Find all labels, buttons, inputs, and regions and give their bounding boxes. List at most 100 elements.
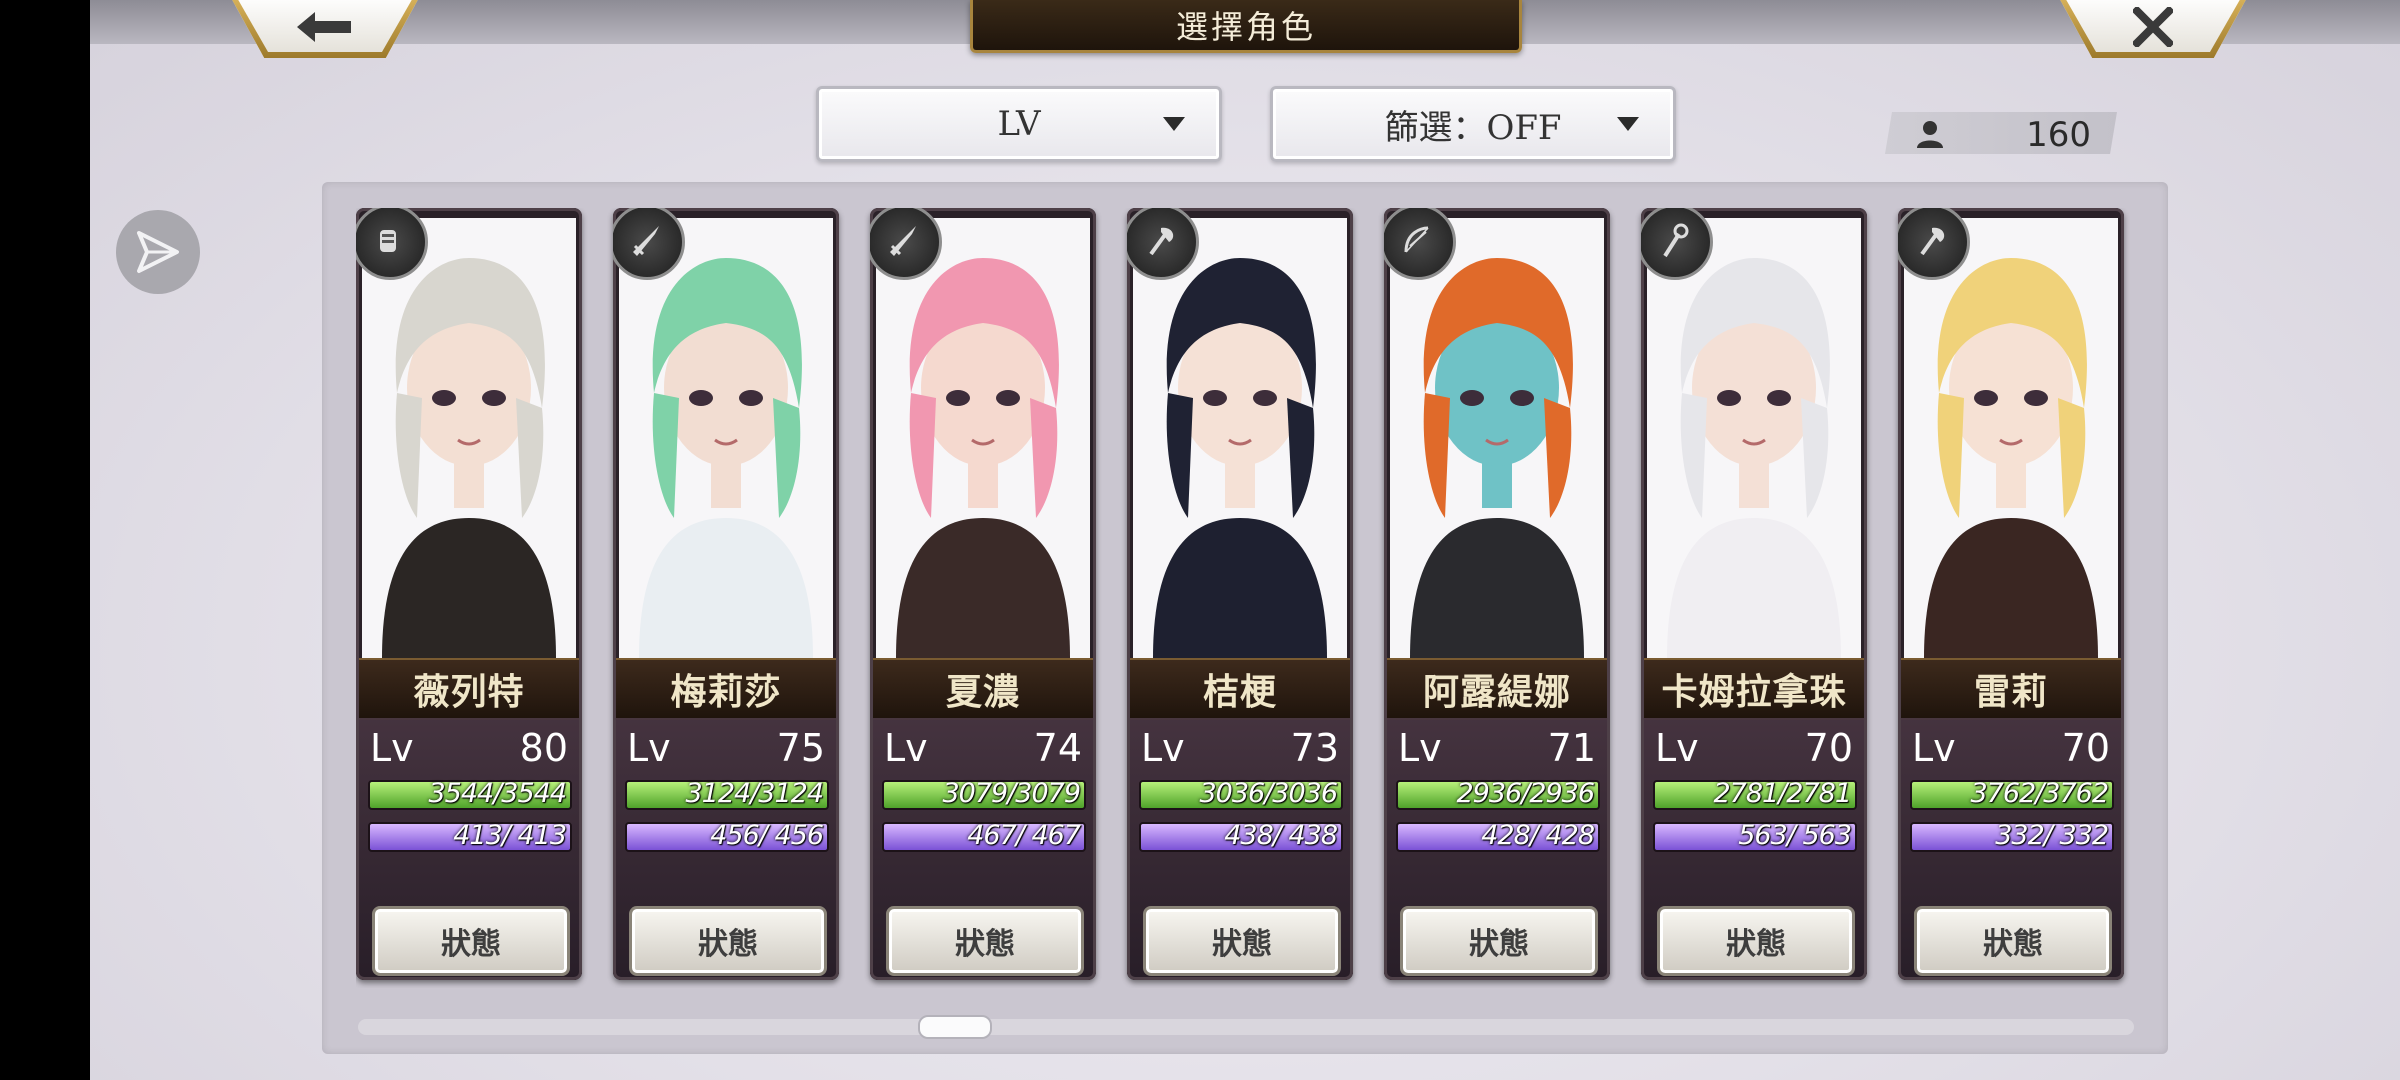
character-portrait	[619, 218, 833, 658]
level-value: 71	[1547, 726, 1596, 770]
character-portrait	[362, 218, 576, 658]
hp-bar: 2936/2936	[1396, 778, 1600, 810]
game-screen: 選擇角色 LV 篩選：OFF 160 薇列特 Lv 80 3544/3544 4…	[90, 0, 2400, 1080]
character-stats: Lv 71 2936/2936 428/ 428 狀態	[1384, 718, 1610, 980]
person-icon	[1917, 121, 1943, 148]
level-label: Lv	[1141, 726, 1185, 770]
close-button[interactable]	[2058, 0, 2248, 58]
hp-bar: 3544/3544	[368, 778, 572, 810]
character-card[interactable]: 梅莉莎 Lv 75 3124/3124 456/ 456 狀態	[613, 208, 839, 980]
hp-bar: 3036/3036	[1139, 778, 1343, 810]
level-value: 70	[1804, 726, 1853, 770]
character-portrait	[1390, 218, 1604, 658]
mp-bar: 563/ 563	[1653, 820, 1857, 852]
level-label: Lv	[1398, 726, 1442, 770]
level-row: Lv 70	[1655, 724, 1853, 772]
mp-value: 563/ 563	[1738, 820, 1852, 851]
status-button[interactable]: 狀態	[372, 906, 570, 976]
hp-value: 2781/2781	[1713, 778, 1852, 809]
hp-value: 3124/3124	[685, 778, 824, 809]
mp-value: 438/ 438	[1224, 820, 1338, 851]
level-row: Lv 74	[884, 724, 1082, 772]
character-name: 卡姆拉拿珠	[1641, 658, 1867, 720]
carousel-scrollbar[interactable]	[358, 1015, 2134, 1039]
mp-bar: 428/ 428	[1396, 820, 1600, 852]
hp-value: 3544/3544	[428, 778, 567, 809]
level-label: Lv	[370, 726, 414, 770]
close-x-icon	[2133, 7, 2173, 47]
character-stats: Lv 70 2781/2781 563/ 563 狀態	[1641, 718, 1867, 980]
mp-bar: 467/ 467	[882, 820, 1086, 852]
page-title: 選擇角色	[970, 0, 1522, 53]
level-value: 75	[776, 726, 825, 770]
mp-value: 467/ 467	[967, 820, 1081, 851]
character-name: 薇列特	[356, 658, 582, 720]
sort-dropdown[interactable]: LV	[816, 86, 1222, 162]
character-card[interactable]: 桔梗 Lv 73 3036/3036 438/ 438 狀態	[1127, 208, 1353, 980]
scrollbar-thumb[interactable]	[918, 1015, 992, 1039]
level-label: Lv	[627, 726, 671, 770]
character-stats: Lv 80 3544/3544 413/ 413 狀態	[356, 718, 582, 980]
status-button[interactable]: 狀態	[1400, 906, 1598, 976]
level-value: 73	[1290, 726, 1339, 770]
hp-bar: 3124/3124	[625, 778, 829, 810]
level-label: Lv	[1912, 726, 1956, 770]
hp-value: 3036/3036	[1199, 778, 1338, 809]
filter-dropdown[interactable]: 篩選：OFF	[1270, 86, 1676, 162]
back-button[interactable]	[230, 0, 420, 58]
hp-bar: 2781/2781	[1653, 778, 1857, 810]
share-button[interactable]	[116, 210, 200, 294]
mp-value: 332/ 332	[1995, 820, 2109, 851]
character-count-badge: 160	[1885, 112, 2117, 154]
mp-value: 456/ 456	[710, 820, 824, 851]
character-card[interactable]: 阿露緹娜 Lv 71 2936/2936 428/ 428 狀態	[1384, 208, 1610, 980]
mp-bar: 438/ 438	[1139, 820, 1343, 852]
character-count: 160	[2026, 115, 2091, 155]
mp-value: 413/ 413	[453, 820, 567, 851]
character-portrait	[1904, 218, 2118, 658]
level-value: 70	[2061, 726, 2110, 770]
chevron-down-icon	[1163, 117, 1185, 131]
send-arrow-icon	[137, 231, 179, 273]
mp-bar: 456/ 456	[625, 820, 829, 852]
chevron-down-icon	[1617, 117, 1639, 131]
mp-bar: 413/ 413	[368, 820, 572, 852]
level-row: Lv 75	[627, 724, 825, 772]
level-label: Lv	[884, 726, 928, 770]
level-label: Lv	[1655, 726, 1699, 770]
character-name: 夏濃	[870, 658, 1096, 720]
level-row: Lv 80	[370, 724, 568, 772]
hp-value: 2936/2936	[1456, 778, 1595, 809]
status-button[interactable]: 狀態	[1657, 906, 1855, 976]
character-name: 雷莉	[1898, 658, 2124, 720]
character-portrait	[1133, 218, 1347, 658]
status-button[interactable]: 狀態	[629, 906, 827, 976]
level-value: 74	[1033, 726, 1082, 770]
mp-bar: 332/ 332	[1910, 820, 2114, 852]
character-name: 桔梗	[1127, 658, 1353, 720]
status-button[interactable]: 狀態	[1143, 906, 1341, 976]
hp-bar: 3079/3079	[882, 778, 1086, 810]
character-card[interactable]: 雷莉 Lv 70 3762/3762 332/ 332 狀態	[1898, 208, 2124, 980]
hp-bar: 3762/3762	[1910, 778, 2114, 810]
character-list-panel: 薇列特 Lv 80 3544/3544 413/ 413 狀態 梅莉莎 Lv 7…	[322, 182, 2168, 1054]
left-arrow-icon	[297, 12, 351, 42]
status-button[interactable]: 狀態	[1914, 906, 2112, 976]
character-name: 梅莉莎	[613, 658, 839, 720]
character-card[interactable]: 卡姆拉拿珠 Lv 70 2781/2781 563/ 563 狀態	[1641, 208, 1867, 980]
character-stats: Lv 70 3762/3762 332/ 332 狀態	[1898, 718, 2124, 980]
character-name: 阿露緹娜	[1384, 658, 1610, 720]
character-card[interactable]: 夏濃 Lv 74 3079/3079 467/ 467 狀態	[870, 208, 1096, 980]
character-stats: Lv 73 3036/3036 438/ 438 狀態	[1127, 718, 1353, 980]
character-card[interactable]: 薇列特 Lv 80 3544/3544 413/ 413 狀態	[356, 208, 582, 980]
character-stats: Lv 75 3124/3124 456/ 456 狀態	[613, 718, 839, 980]
hp-value: 3762/3762	[1970, 778, 2109, 809]
filter-dropdown-value: 篩選：OFF	[1384, 107, 1562, 148]
mp-value: 428/ 428	[1481, 820, 1595, 851]
hp-value: 3079/3079	[942, 778, 1081, 809]
character-stats: Lv 74 3079/3079 467/ 467 狀態	[870, 718, 1096, 980]
character-carousel[interactable]: 薇列特 Lv 80 3544/3544 413/ 413 狀態 梅莉莎 Lv 7…	[356, 208, 2136, 988]
level-row: Lv 71	[1398, 724, 1596, 772]
level-row: Lv 73	[1141, 724, 1339, 772]
status-button[interactable]: 狀態	[886, 906, 1084, 976]
